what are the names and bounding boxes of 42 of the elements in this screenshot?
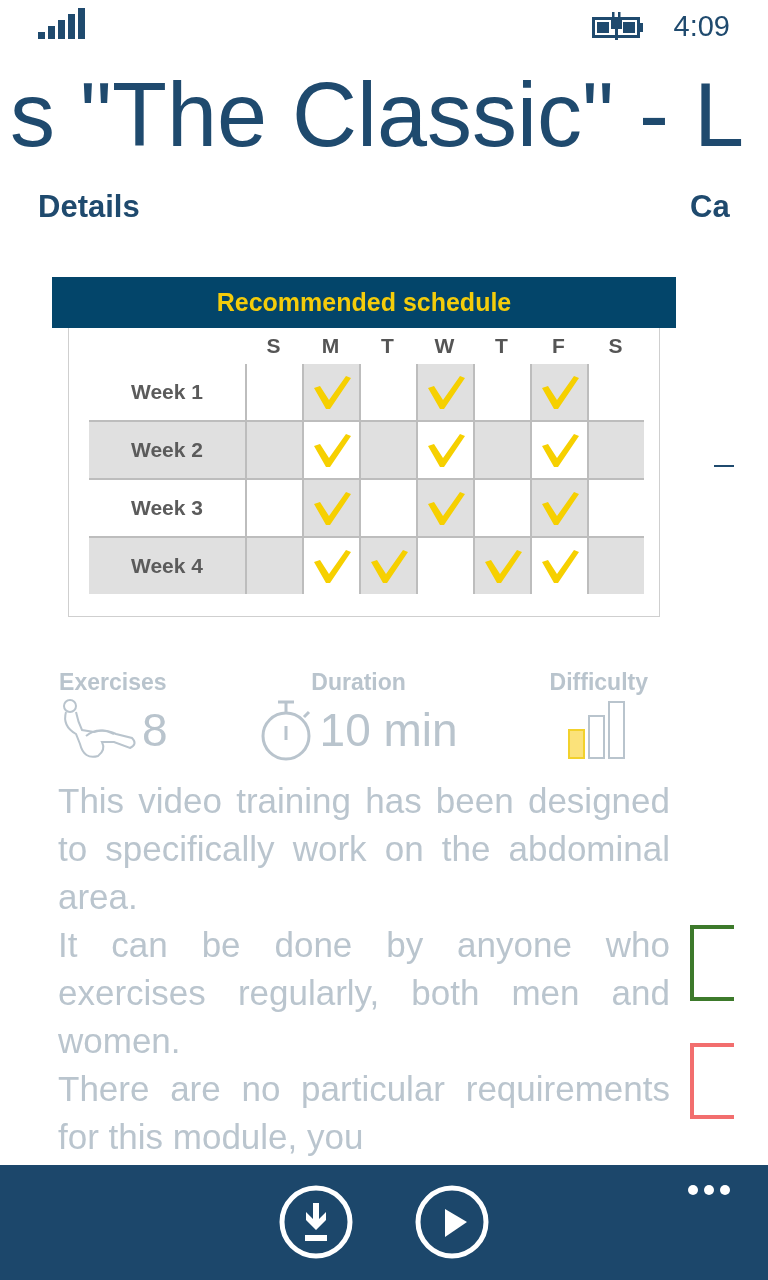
check-icon	[425, 490, 466, 526]
check-icon	[311, 432, 352, 468]
battery-charging-icon	[591, 11, 644, 41]
day-label: T	[380, 333, 395, 359]
pivot-header[interactable]: Details	[38, 182, 690, 232]
check-icon	[482, 548, 523, 584]
check-icon	[311, 374, 352, 410]
description-text: This video training has been designed to specifically work on the abdominal area.	[58, 780, 670, 918]
stat-value: 10 min	[319, 703, 458, 757]
stat-label: Duration	[311, 668, 406, 697]
check-icon	[539, 490, 580, 526]
day-label: W	[433, 333, 456, 359]
stat-value: 8	[142, 703, 168, 757]
line-mark	[714, 465, 734, 467]
check-icon	[425, 374, 466, 410]
check-icon	[539, 548, 580, 584]
play-button[interactable]	[415, 1185, 489, 1259]
download-button[interactable]	[279, 1185, 353, 1259]
day-label: T	[494, 333, 509, 359]
check-icon	[539, 432, 580, 468]
description-text: It can be done by anyone who exercises regularly, both men and women.	[58, 924, 670, 1062]
schedule-title: Recommended schedule	[52, 277, 676, 328]
page-title: s "The Classic" - L	[9, 64, 746, 167]
day-label: S	[265, 333, 282, 359]
week-label: Week 4	[89, 536, 245, 594]
day-label: F	[551, 333, 566, 359]
check-icon	[539, 374, 580, 410]
check-icon	[425, 432, 466, 468]
day-label: S	[607, 333, 624, 359]
check-icon	[311, 548, 352, 584]
signal-icon	[38, 8, 86, 40]
check-icon	[311, 490, 352, 526]
stat-label: Exercises	[59, 668, 167, 697]
clock-time: 4:09	[673, 9, 730, 43]
day-label: M	[320, 333, 341, 359]
week-label: Week 2	[89, 420, 245, 478]
description-text: There are no particular requirements for this module, you	[58, 1068, 670, 1158]
more-icon[interactable]	[687, 1184, 731, 1196]
check-icon	[368, 548, 409, 584]
week-label: Week 1	[130, 379, 204, 405]
stat-label: Difficulty	[549, 668, 648, 697]
pivot-header[interactable]: Ca	[690, 182, 768, 232]
